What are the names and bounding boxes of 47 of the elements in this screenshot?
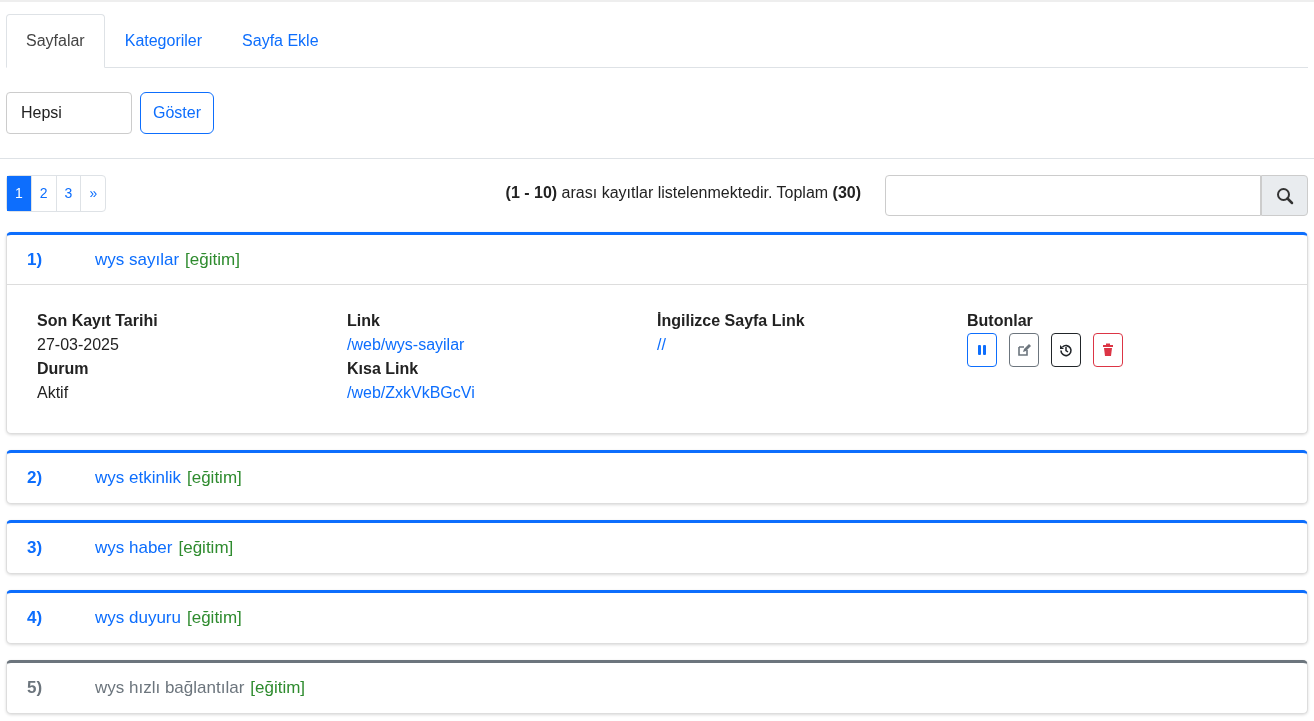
filter-select[interactable]: Hepsi	[6, 92, 132, 134]
page-number: 4)	[27, 607, 44, 630]
field-label: Link	[347, 311, 381, 331]
trash-icon	[1101, 343, 1115, 357]
field-label: Butonlar	[967, 311, 1034, 331]
page-category: [eğitim]	[250, 677, 306, 700]
history-icon	[1059, 343, 1073, 357]
tab[interactable]: Sayfalar	[6, 14, 105, 68]
page-title-link[interactable]: wys etkinlik	[95, 465, 181, 491]
field-value: 27-03-2025	[37, 335, 120, 355]
field-link[interactable]: //	[657, 333, 967, 357]
page-number: 2)	[27, 467, 44, 490]
show-button[interactable]: Göster	[140, 92, 214, 134]
field-label: İngilizce Sayfa Link	[657, 311, 806, 331]
page-category: [eğitim]	[186, 467, 242, 490]
page-number: 3)	[27, 537, 44, 560]
search-field[interactable]	[885, 175, 1261, 216]
page-link[interactable]: 1	[7, 176, 31, 211]
field-label: Kısa Link	[347, 359, 420, 379]
page-title-link[interactable]: wys hızlı bağlantılar	[95, 675, 245, 701]
page-link[interactable]: 2	[30, 176, 56, 211]
field-label: Durum	[37, 359, 90, 379]
field-value: Aktif	[37, 383, 70, 403]
tab[interactable]: Sayfa Ekle	[222, 14, 339, 68]
search-button[interactable]	[1261, 175, 1308, 216]
history-button[interactable]	[1051, 333, 1081, 367]
field-link[interactable]: /web/wys-sayilar	[347, 333, 657, 357]
page-link[interactable]: »	[80, 176, 106, 211]
trash-button[interactable]	[1093, 333, 1123, 367]
pause-button[interactable]	[967, 333, 997, 367]
page-title-link[interactable]: wys sayılar	[95, 246, 180, 273]
edit-button[interactable]	[1009, 333, 1039, 367]
pause-icon	[975, 343, 989, 357]
record-summary: (1 - 10) arası kayıtlar listelenmektedir. Toplam (30)	[505, 184, 861, 201]
page-category: [eğitim]	[178, 537, 234, 560]
page-category: [eğitim]	[185, 248, 240, 271]
field-link[interactable]: /web/ZxkVkBGcVi	[347, 381, 657, 405]
search-icon	[1275, 186, 1294, 205]
edit-icon	[1017, 343, 1031, 357]
field-label: Son Kayıt Tarihi	[37, 311, 159, 331]
page-category: [eğitim]	[187, 607, 242, 630]
tab[interactable]: Kategoriler	[104, 14, 223, 68]
page-link[interactable]: 3	[55, 176, 81, 211]
page-number: 5)	[27, 677, 44, 700]
page-title-link[interactable]: wys duyuru	[95, 605, 181, 631]
page-number: 1)	[27, 248, 44, 271]
page-title-link[interactable]: wys haber	[95, 535, 173, 561]
